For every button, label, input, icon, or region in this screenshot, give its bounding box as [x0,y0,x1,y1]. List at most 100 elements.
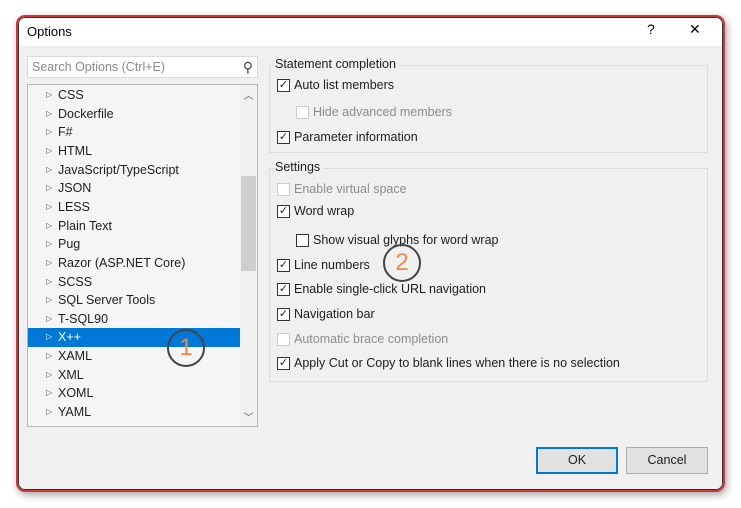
tree-item[interactable]: ▷ X++ [28,328,240,348]
tree-item[interactable]: ▷ SQL Server Tools [28,291,240,310]
tree-item-label: CSS [58,88,84,102]
expand-arrow-icon[interactable]: ▷ [46,123,52,142]
expand-arrow-icon[interactable]: ▷ [46,347,52,366]
checkbox[interactable]: ✓ [277,258,290,272]
expand-arrow-icon[interactable]: ▷ [46,105,52,124]
options-tree[interactable]: ︿ ﹀ ▷ CSS ▷ Dockerfile ▷ F# ▷ HTML ▷ JavaScript/T… [27,84,258,427]
expand-arrow-icon[interactable]: ▷ [46,217,52,236]
tree-item-label: Dockerfile [58,106,114,121]
checkbox-option[interactable]: Automatic brace completion [277,332,448,346]
checkbox-label: Navigation bar [294,307,375,321]
tree-item[interactable]: ▷ CSS [28,86,240,105]
checkbox-label: Parameter information [294,130,418,144]
expand-arrow-icon[interactable]: ▷ [46,273,52,292]
tree-item-label: Razor (ASP.NET Core) [58,255,186,270]
expand-arrow-icon[interactable]: ▷ [46,366,52,385]
expand-arrow-icon[interactable]: ▷ [46,198,52,217]
cancel-button[interactable]: Cancel [626,447,708,474]
group-title: Statement completion [275,57,399,71]
checkbox-option[interactable]: ✓ Navigation bar [277,307,375,321]
search-input[interactable]: Search Options (Ctrl+E) ⚲ [27,56,258,78]
tree-item[interactable]: ▷ XOML [28,384,240,403]
tree-item[interactable]: ▷ YAML [28,403,240,422]
search-placeholder: Search Options (Ctrl+E) [32,60,166,74]
checkbox-label: Auto list members [294,78,395,92]
tree-item[interactable]: ▷ HTML [28,142,240,161]
tree-item[interactable]: ▷ SCSS [28,273,240,292]
tree-item-label: F# [58,125,73,140]
scroll-up-icon[interactable]: ︿ [240,87,257,102]
checkbox[interactable]: ✓ [277,356,290,370]
tree-item[interactable]: ▷ T-SQL90 [28,310,240,329]
checkbox-option[interactable]: Enable virtual space [277,182,407,196]
tree-item[interactable]: ▷ Pug [28,235,240,254]
checkbox-label: Line numbers [294,258,370,272]
expand-arrow-icon[interactable]: ▷ [46,179,52,198]
close-button[interactable]: ✕ [689,21,701,38]
options-dialog: Options ? ✕ Search Options (Ctrl+E) ⚲ ︿ … [16,15,725,492]
checkbox-option[interactable]: ✓ Auto list members [277,78,394,92]
expand-arrow-icon[interactable]: ▷ [46,235,52,254]
expand-arrow-icon[interactable]: ▷ [46,161,52,180]
settings-group: Settings [269,160,708,382]
tree-item-label: JSON [58,181,92,196]
checkbox-label: Enable virtual space [294,182,407,196]
tree-item-label: T-SQL90 [58,311,109,326]
expand-arrow-icon[interactable]: ▷ [46,403,52,422]
checkbox-option[interactable]: ✓ Enable single-click URL navigation [277,282,486,296]
checkbox[interactable] [277,182,290,196]
tree-item-label: LESS [58,199,90,214]
checkbox-option[interactable]: Hide advanced members [296,105,452,119]
expand-arrow-icon[interactable]: ▷ [46,86,52,105]
help-button[interactable]: ? [647,21,655,37]
tree-item[interactable]: ▷ JavaScript/TypeScript [28,161,240,180]
tree-item-label: SQL Server Tools [58,293,156,308]
annotation-1: 1 [167,329,205,367]
tree-item[interactable]: ▷ XAML [28,347,240,366]
tree-item[interactable]: ▷ LESS [28,198,240,217]
checkbox-label: Apply Cut or Copy to blank lines when th… [294,356,620,370]
tree-item-label: YAML [58,405,92,420]
expand-arrow-icon[interactable]: ▷ [46,254,52,273]
checkbox-label: Enable single-click URL navigation [294,282,486,296]
checkbox[interactable]: ✓ [277,204,290,218]
tree-item-label: XML [58,367,84,382]
expand-arrow-icon[interactable]: ▷ [46,328,52,347]
checkbox-option[interactable]: ✓ Apply Cut or Copy to blank lines when t… [277,356,620,370]
tree-item-label: JavaScript/TypeScript [58,162,179,177]
checkbox-label: Word wrap [294,204,355,218]
ok-button[interactable]: OK [536,447,618,474]
title-bar: Options ? ✕ [19,18,722,46]
checkbox-label: Hide advanced members [313,105,452,119]
checkbox[interactable]: ✓ [277,130,290,144]
scrollbar-thumb[interactable] [241,176,256,271]
tree-item[interactable]: ▷ XML [28,366,240,385]
tree-item-label: XOML [58,386,94,401]
checkbox-option[interactable]: ✓ Word wrap [277,204,354,218]
checkbox[interactable]: ✓ [277,78,290,92]
tree-item-label: HTML [58,143,93,158]
group-title: Settings [275,160,324,174]
expand-arrow-icon[interactable]: ▷ [46,310,52,329]
tree-scrollbar[interactable]: ︿ ﹀ [240,85,257,426]
annotation-2: 2 [383,244,421,282]
expand-arrow-icon[interactable]: ▷ [46,384,52,403]
tree-item[interactable]: ▷ JSON [28,179,240,198]
tree-item-label: XAML [58,349,93,364]
checkbox-option[interactable]: ✓ Parameter information [277,130,418,144]
checkbox[interactable]: ✓ [277,282,290,296]
tree-item[interactable]: ▷ F# [28,123,240,142]
tree-item[interactable]: ▷ Plain Text [28,217,240,236]
checkbox[interactable]: ✓ [277,307,290,321]
search-icon[interactable]: ⚲ [243,59,253,76]
expand-arrow-icon[interactable]: ▷ [46,291,52,310]
scroll-down-icon[interactable]: ﹀ [240,409,257,424]
checkbox[interactable] [296,105,309,119]
expand-arrow-icon[interactable]: ▷ [46,142,52,161]
checkbox[interactable] [277,332,290,346]
tree-item[interactable]: ▷ Dockerfile [28,105,240,124]
checkbox-option[interactable]: ✓ Line numbers [277,258,370,272]
dialog-frame: Options ? ✕ Search Options (Ctrl+E) ⚲ ︿ … [18,17,723,490]
checkbox[interactable] [296,233,309,247]
tree-item[interactable]: ▷ Razor (ASP.NET Core) [28,254,240,273]
